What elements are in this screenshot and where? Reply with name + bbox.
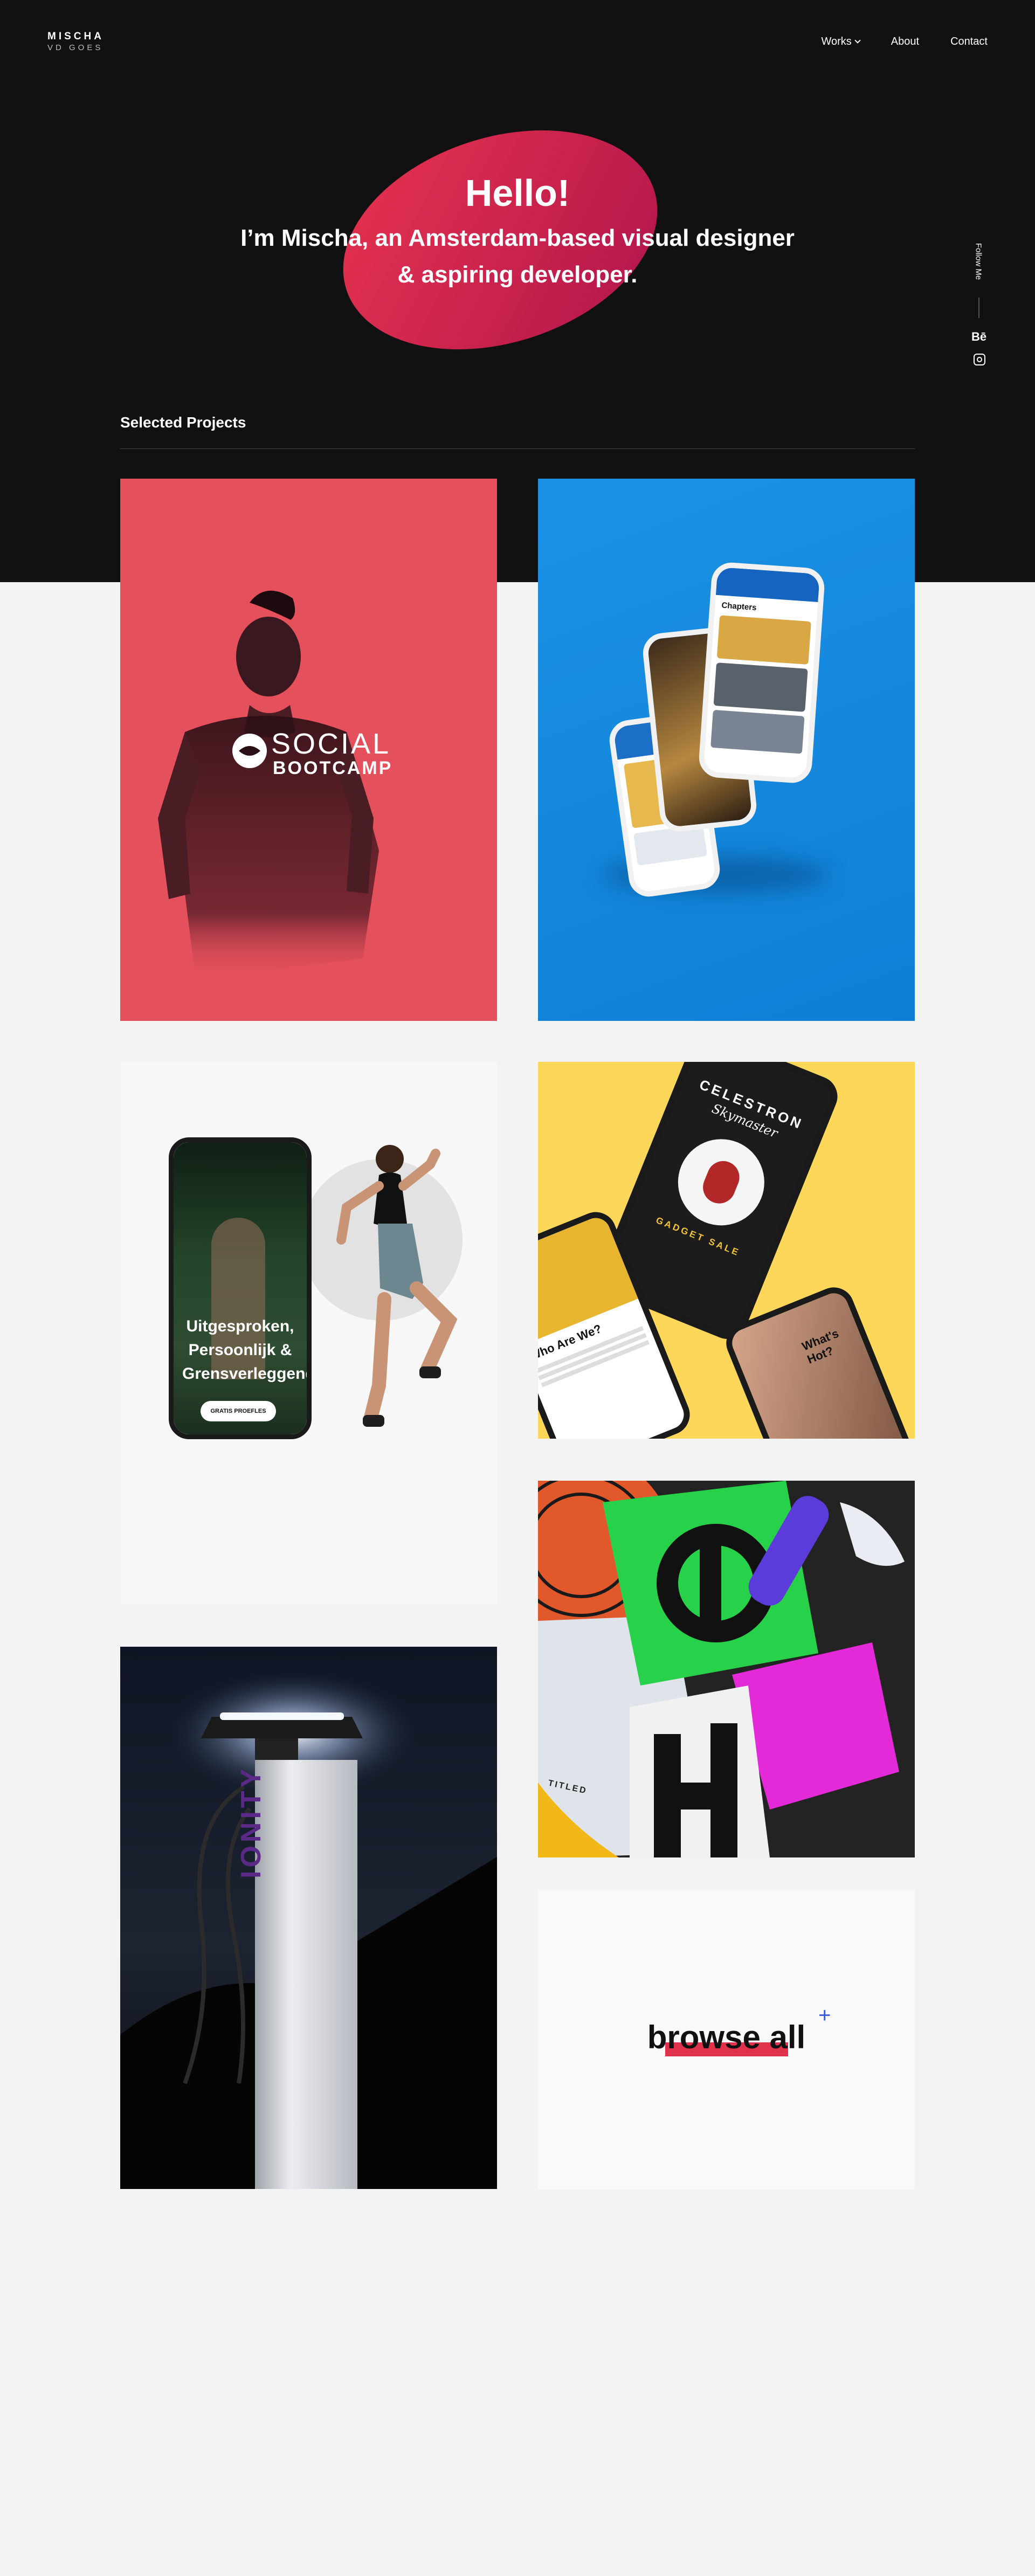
nav-contact[interactable]: Contact [950,36,988,48]
behance-icon[interactable]: Bē [970,330,988,344]
project-card-fitness-app[interactable]: Uitgesproken, Persoonlijk & Grensverlegg… [120,1062,497,1604]
hero-title: Hello! [465,172,570,214]
site-logo[interactable]: MISCHA VD GOES [47,31,104,52]
social-logo-subtitle: BOOTCAMP [273,758,393,778]
nav-works[interactable]: Works [821,36,861,48]
follow-divider [978,298,979,318]
nav-about[interactable]: About [891,36,919,48]
ionity-wordmark: IONITY [236,1765,267,1879]
project-card-celestron-app[interactable]: CELESTRON Skymaster GADGET SALE Who Are … [538,1062,915,1439]
section-divider [120,448,915,449]
chevron-down-icon [854,37,861,44]
project-card-chapters-app[interactable]: Chapters [538,479,915,1021]
follow-me-label: Follow Me [974,243,983,280]
project-card-social-bootcamp[interactable]: SOCIAL BOOTCAMP [120,479,497,1021]
main-nav: Works About Contact [821,36,988,48]
logo-surname: VD GOES [47,43,104,52]
fitness-headline: Uitgesproken, Persoonlijk & Grensverlegg… [182,1317,312,1383]
phone-mockup-front: Chapters [698,561,826,784]
print-collage-image [538,1481,915,1857]
plus-icon: + [818,2004,831,2027]
browse-all-label: browse all [647,2019,806,2055]
project-card-ionity[interactable]: IONITY [120,1647,497,2189]
hero-subtitle-line1: I’m Mischa, an Amsterdam-based visual de… [240,225,795,251]
hero-subtitle-line2: & aspiring developer. [397,261,638,288]
logo-name: MISCHA [47,31,104,42]
fitness-cta-button: GRATIS PROEFLES [201,1401,276,1421]
hero-subtitle: I’m Mischa, an Amsterdam-based visual de… [194,220,841,293]
social-logo-title: SOCIAL [271,728,391,760]
project-card-print-collage[interactable]: TITLED [538,1481,915,1857]
nav-works-label: Works [821,36,852,47]
instagram-icon[interactable] [974,354,985,365]
athlete-figure [336,1145,458,1427]
fitness-phone-mockup: Uitgesproken, Persoonlijk & Grensverlegg… [169,1137,312,1439]
section-title: Selected Projects [120,414,246,431]
browse-all-card[interactable]: browse all + [538,1889,915,2189]
ionity-image [120,1668,497,2189]
follow-me: Follow Me [970,240,986,283]
browse-all-link[interactable]: browse all [538,2019,915,2056]
